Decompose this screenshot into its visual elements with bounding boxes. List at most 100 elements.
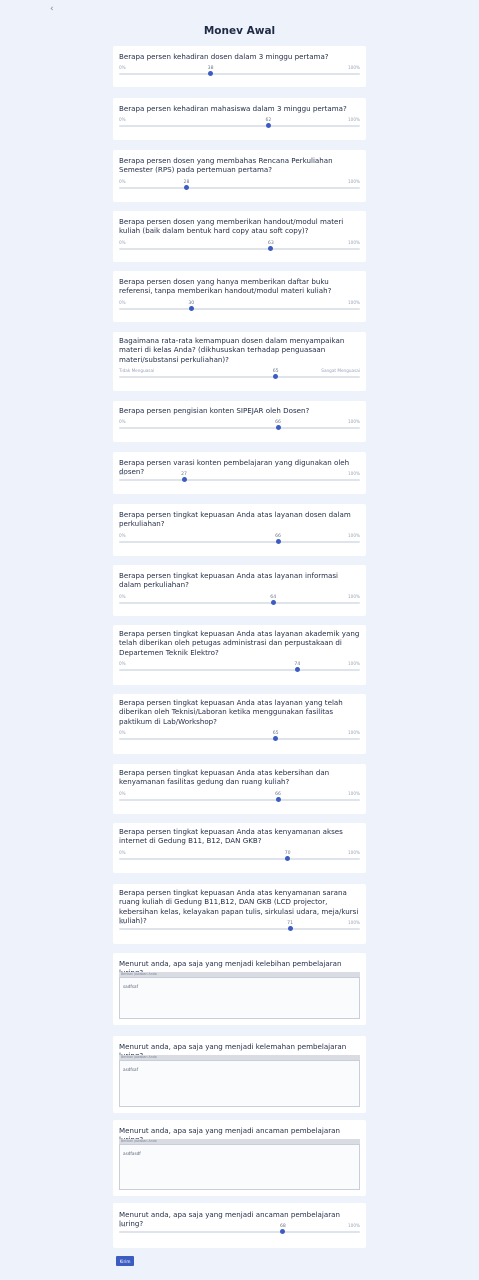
slider-track[interactable] xyxy=(119,123,360,129)
slider-thumb[interactable] xyxy=(287,925,293,931)
slider-max-label: 100% xyxy=(348,790,360,796)
slider-max-label: 100% xyxy=(348,660,360,666)
slider-min-label: 0% xyxy=(119,178,126,184)
question-text: Berapa persen kehadiran dosen dalam 3 mi… xyxy=(119,52,329,61)
slider-min-label: 0% xyxy=(119,919,126,925)
slider-thumb[interactable] xyxy=(270,599,276,605)
slider-min-label: 0% xyxy=(119,1223,126,1229)
text-question-card: Menurut anda, apa saja yang menjadi anca… xyxy=(113,1120,366,1196)
slider-track[interactable] xyxy=(119,599,360,605)
slider-thumb[interactable] xyxy=(285,855,291,861)
slider-track[interactable] xyxy=(119,538,360,544)
slider-value: 66 xyxy=(275,791,281,797)
question-text: Bagaimana rata-rata kemampuan dosen dala… xyxy=(119,336,345,364)
slider-value: 30 xyxy=(188,300,195,306)
slider-track[interactable] xyxy=(119,71,360,77)
slider-track[interactable] xyxy=(119,245,360,251)
question-card: Berapa persen pengisian konten SIPEJAR o… xyxy=(113,401,366,442)
answer-textarea[interactable]: sadfsaf xyxy=(119,977,360,1019)
slider-value: 70 xyxy=(284,850,291,856)
question-card: Bagaimana rata-rata kemampuan dosen dala… xyxy=(113,332,366,391)
question-card: Berapa persen tingkat kepuasan Anda atas… xyxy=(113,625,366,685)
question-card: Berapa persen kehadiran mahasiswa dalam … xyxy=(113,98,366,140)
question-card: Berapa persen varasi konten pembelajaran… xyxy=(113,452,366,494)
slider-min-label: 0% xyxy=(119,532,126,538)
slider-min-label: 0% xyxy=(119,117,126,123)
question-card: Berapa persen tingkat kepuasan Anda atas… xyxy=(113,694,366,754)
slider-labels: Tidak Menguasai 65 Sangat Menguasai xyxy=(119,368,360,376)
slider-thumb[interactable] xyxy=(275,425,281,431)
slider-track[interactable] xyxy=(119,925,360,931)
slider-max-label: 100% xyxy=(348,1223,360,1229)
slider-labels: 0% 70 100% xyxy=(119,850,360,858)
slider-thumb[interactable] xyxy=(265,123,271,129)
slider-max-label: 100% xyxy=(348,239,360,245)
slider-track[interactable] xyxy=(119,184,360,190)
slider-labels: 0% 62 100% xyxy=(119,117,360,125)
question-text: Berapa persen kehadiran mahasiswa dalam … xyxy=(119,104,347,113)
question-card: Berapa persen tingkat kepuasan Anda atas… xyxy=(113,884,366,944)
slider-track[interactable] xyxy=(119,305,360,311)
slider-thumb[interactable] xyxy=(275,538,281,544)
slider-track[interactable] xyxy=(119,373,360,379)
slider-thumb[interactable] xyxy=(273,735,279,741)
slider-track[interactable] xyxy=(119,425,360,431)
text-question-card: Menurut anda, apa saja yang menjadi kele… xyxy=(113,1036,366,1113)
slider-thumb[interactable] xyxy=(188,305,194,311)
slider-max-label: 100% xyxy=(348,532,360,538)
question-card: Berapa persen dosen yang hanya memberika… xyxy=(113,271,366,322)
slider-labels: 0% 38 100% xyxy=(119,65,360,73)
question-text: Berapa persen tingkat kepuasan Anda atas… xyxy=(119,571,339,590)
slider-thumb[interactable] xyxy=(183,184,189,190)
slider-max-label: Sangat Menguasai xyxy=(321,367,360,373)
slider-thumb[interactable] xyxy=(181,477,187,483)
slider-max-label: 100% xyxy=(348,471,360,477)
question-text: Berapa persen tingkat kepuasan Anda atas… xyxy=(119,510,351,529)
back-icon[interactable]: ‹ xyxy=(50,4,54,14)
slider-labels: 0% 68 100% xyxy=(119,1223,360,1231)
slider-min-label: 0% xyxy=(119,593,126,599)
slider-track[interactable] xyxy=(119,855,360,861)
slider-track[interactable] xyxy=(119,477,360,483)
slider-labels: 0% 74 100% xyxy=(119,661,360,669)
slider-thumb[interactable] xyxy=(268,245,274,251)
slider-max-label: 100% xyxy=(348,729,360,735)
slider-thumb[interactable] xyxy=(294,666,300,672)
question-card: Berapa persen tingkat kepuasan Anda atas… xyxy=(113,565,366,616)
slider-max-label: 100% xyxy=(348,65,360,71)
slider-min-label: 0% xyxy=(119,790,126,796)
slider-max-label: 100% xyxy=(348,593,360,599)
question-text: Berapa persen tingkat kepuasan Anda atas… xyxy=(119,768,330,787)
question-card: Berapa persen dosen yang memberikan hand… xyxy=(113,211,366,262)
slider-labels: 0% 66 100% xyxy=(119,419,360,427)
slider-thumb[interactable] xyxy=(208,71,214,77)
answer-textarea[interactable]: asdfasdf xyxy=(119,1144,360,1190)
slider-min-label: 0% xyxy=(119,65,126,71)
slider-track[interactable] xyxy=(119,666,360,672)
slider-labels: 0% 30 100% xyxy=(119,300,360,308)
slider-track[interactable] xyxy=(119,735,360,741)
slider-value: 64 xyxy=(270,594,277,600)
slider-max-label: 100% xyxy=(348,299,360,305)
slider-max-label: 100% xyxy=(348,849,360,855)
slider-thumb[interactable] xyxy=(280,1229,286,1235)
question-card: Berapa persen tingkat kepuasan Anda atas… xyxy=(113,823,366,873)
question-text: Berapa persen dosen yang memberikan hand… xyxy=(119,217,344,236)
question-text: Berapa persen tingkat kepuasan Anda atas… xyxy=(119,629,360,657)
slider-track[interactable] xyxy=(119,796,360,802)
submit-button[interactable]: Kirim xyxy=(116,1256,134,1266)
question-card: Menurut anda, apa saja yang menjadi anca… xyxy=(113,1203,366,1248)
question-text: Berapa persen dosen yang membahas Rencan… xyxy=(119,156,333,175)
question-card: Berapa persen tingkat kepuasan Anda atas… xyxy=(113,764,366,814)
text-question-card: Menurut anda, apa saja yang menjadi kele… xyxy=(113,953,366,1025)
slider-labels: 0% 66 100% xyxy=(119,791,360,799)
answer-textarea[interactable]: asdfsaf xyxy=(119,1060,360,1107)
slider-thumb[interactable] xyxy=(273,373,279,379)
slider-min-label: 0% xyxy=(119,471,126,477)
slider-thumb[interactable] xyxy=(275,796,281,802)
slider-labels: 0% 71 100% xyxy=(119,920,360,928)
slider-labels: 0% 66 100% xyxy=(119,533,360,541)
slider-track[interactable] xyxy=(119,1229,360,1235)
question-text: Berapa persen dosen yang hanya memberika… xyxy=(119,277,332,296)
slider-max-label: 100% xyxy=(348,178,360,184)
